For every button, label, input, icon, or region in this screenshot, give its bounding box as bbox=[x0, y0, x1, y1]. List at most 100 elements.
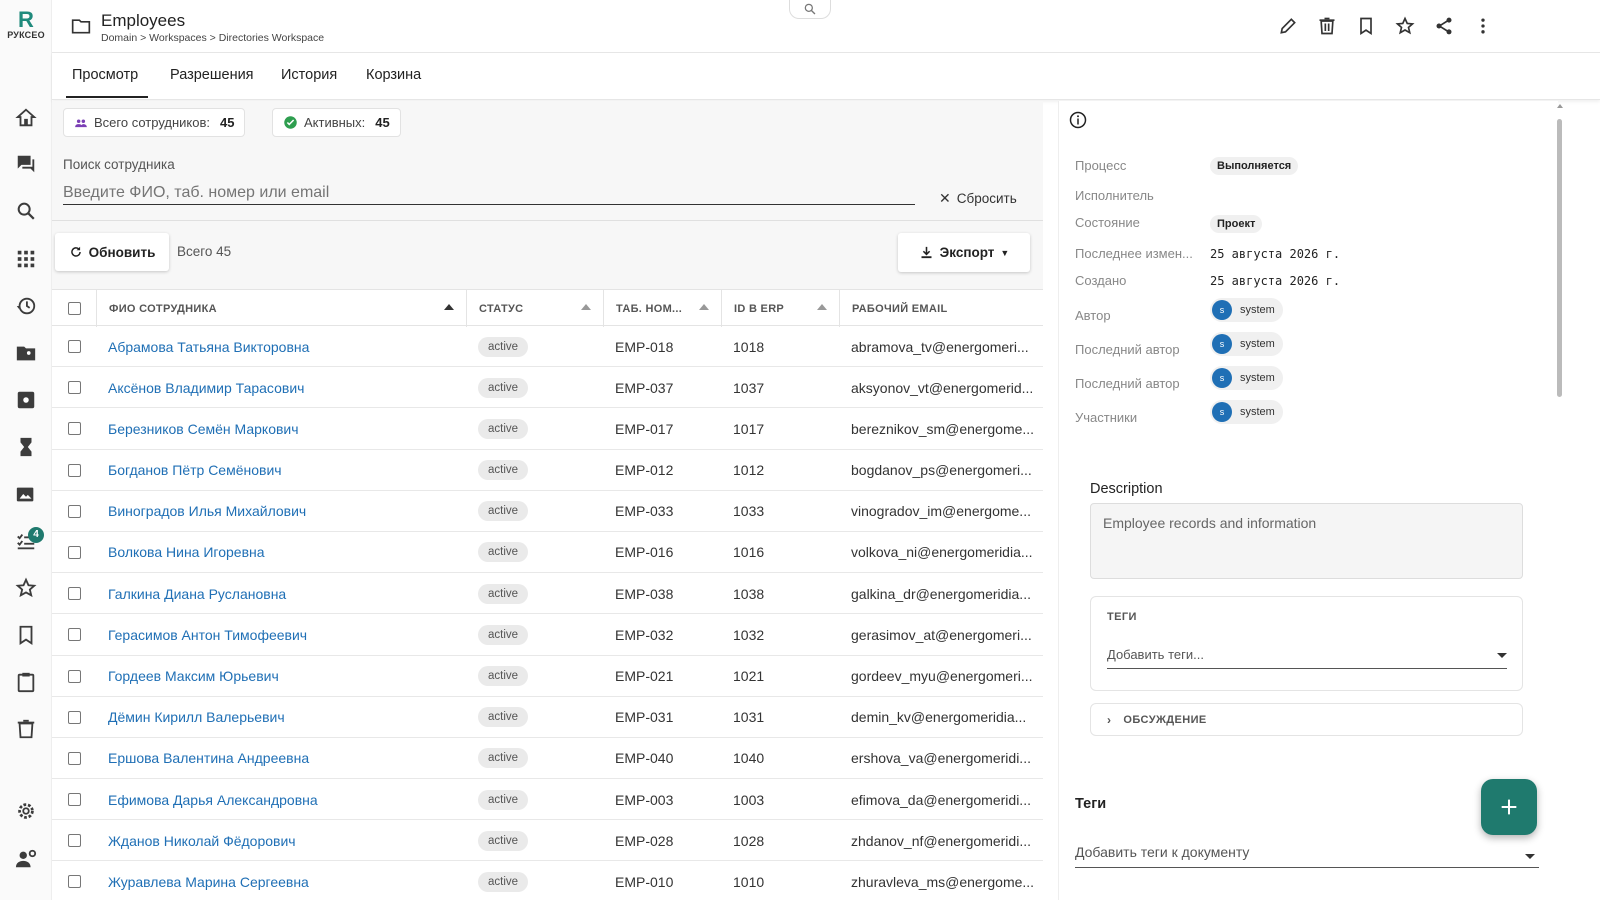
row-checkbox[interactable] bbox=[67, 875, 81, 889]
table-row[interactable]: Дёмин Кирилл Валерьевич active EMP-031 1031… bbox=[52, 697, 1043, 738]
table-row[interactable]: Ершова Валентина Андреевна active EMP-040 1… bbox=[52, 738, 1043, 780]
column-header-email[interactable]: РАБОЧИЙ EMAIL bbox=[839, 290, 1043, 327]
row-checkbox[interactable] bbox=[67, 793, 81, 807]
settings-icon[interactable] bbox=[12, 797, 40, 825]
reset-button[interactable]: ✕ Сбросить bbox=[939, 190, 1017, 207]
tab-permissions[interactable]: Разрешения bbox=[170, 67, 254, 83]
folder-user-icon[interactable] bbox=[12, 339, 40, 367]
row-checkbox[interactable] bbox=[67, 504, 81, 518]
more-vert-icon[interactable] bbox=[1471, 14, 1495, 38]
participant-chip[interactable]: s system bbox=[1210, 400, 1283, 424]
employee-name-link[interactable]: Абрамова Татьяна Викторовна bbox=[96, 326, 466, 367]
employee-name-link[interactable]: Галкина Диана Руслановна bbox=[96, 573, 466, 614]
export-button[interactable]: Экспорт ▼ bbox=[898, 233, 1030, 272]
table-row[interactable]: Березников Семён Маркович active EMP-017 10… bbox=[52, 408, 1043, 450]
table-row[interactable]: Волкова Нина Игоревна active EMP-016 1016 vo… bbox=[52, 532, 1043, 574]
tags-card-input[interactable]: Добавить теги... bbox=[1107, 647, 1507, 669]
trash-icon[interactable] bbox=[12, 715, 40, 743]
info-icon[interactable] bbox=[1069, 111, 1087, 129]
last-author-chip-2[interactable]: s system bbox=[1210, 366, 1283, 390]
description-field[interactable]: Employee records and information bbox=[1090, 503, 1523, 579]
employee-name-link[interactable]: Волкова Нина Игоревна bbox=[96, 532, 466, 573]
column-header-tab-number[interactable]: ТАБ. НОМ... bbox=[603, 290, 721, 327]
table-row[interactable]: Гордеев Максим Юрьевич active EMP-021 1021 g… bbox=[52, 656, 1043, 697]
table-row[interactable]: Абрамова Татьяна Викторовна active EMP-018… bbox=[52, 326, 1043, 368]
gallery-icon[interactable] bbox=[12, 480, 40, 508]
employee-name-link[interactable]: Журавлева Марина Сергеевна bbox=[96, 861, 466, 900]
document-tags-input[interactable]: Добавить теги к документу bbox=[1075, 844, 1539, 868]
employee-name-link[interactable]: Аксёнов Владимир Тарасович bbox=[96, 367, 466, 408]
row-checkbox[interactable] bbox=[67, 587, 81, 601]
last-author-chip[interactable]: s system bbox=[1210, 332, 1283, 356]
column-header-name[interactable]: ФИО СОТРУДНИКА bbox=[96, 290, 466, 327]
row-checkbox[interactable] bbox=[67, 545, 81, 559]
home-icon[interactable] bbox=[12, 104, 40, 132]
table-row[interactable]: Аксёнов Владимир Тарасович active EMP-037 1… bbox=[52, 367, 1043, 409]
row-checkbox[interactable] bbox=[67, 710, 81, 724]
employee-name-link[interactable]: Ефимова Дарья Александровна bbox=[96, 779, 466, 820]
settings-box-icon[interactable] bbox=[12, 386, 40, 414]
tab-number-cell: EMP-038 bbox=[615, 585, 674, 602]
hourglass-icon[interactable] bbox=[12, 433, 40, 461]
employee-name-link[interactable]: Ершова Валентина Андреевна bbox=[96, 738, 466, 779]
scrollbar[interactable] bbox=[1554, 101, 1566, 900]
author-chip[interactable]: s system bbox=[1210, 298, 1283, 322]
select-all-checkbox[interactable] bbox=[67, 302, 81, 315]
row-checkbox[interactable] bbox=[67, 381, 81, 395]
column-header-status[interactable]: СТАТУС bbox=[466, 290, 603, 327]
table-row[interactable]: Галкина Диана Руслановна active EMP-038 103… bbox=[52, 573, 1043, 615]
apps-grid-icon[interactable] bbox=[12, 245, 40, 273]
row-checkbox[interactable] bbox=[67, 340, 81, 353]
user-settings-icon[interactable] bbox=[12, 845, 40, 873]
row-checkbox[interactable] bbox=[67, 751, 81, 765]
row-checkbox[interactable] bbox=[67, 834, 81, 848]
edit-icon[interactable] bbox=[1276, 14, 1300, 38]
share-icon[interactable] bbox=[1432, 14, 1456, 38]
column-header-erp-id[interactable]: ID В ERP bbox=[721, 290, 839, 327]
chat-icon[interactable] bbox=[12, 150, 40, 178]
employee-search-input[interactable] bbox=[63, 181, 915, 205]
star-icon[interactable] bbox=[12, 574, 40, 602]
app-logo[interactable]: R РУКСЕО bbox=[4, 7, 48, 41]
employee-name-link[interactable]: Герасимов Антон Тимофеевич bbox=[96, 614, 466, 655]
row-checkbox[interactable] bbox=[67, 463, 81, 477]
tab-history[interactable]: История bbox=[281, 67, 337, 83]
search-icon[interactable] bbox=[12, 197, 40, 225]
discussion-accordion[interactable]: › ОБСУЖДЕНИЕ bbox=[1090, 703, 1523, 736]
scroll-up-arrow-icon[interactable] bbox=[1557, 104, 1563, 108]
row-checkbox[interactable] bbox=[67, 669, 81, 683]
scrollbar-thumb[interactable] bbox=[1557, 119, 1562, 397]
clipboard-icon[interactable] bbox=[12, 668, 40, 696]
row-checkbox[interactable] bbox=[67, 628, 81, 642]
top-search-button[interactable] bbox=[789, 0, 831, 19]
refresh-button[interactable]: Обновить bbox=[55, 233, 169, 271]
table-row[interactable]: Герасимов Антон Тимофеевич active EMP-032 1… bbox=[52, 614, 1043, 656]
bookmark-icon[interactable] bbox=[12, 621, 40, 649]
table-row[interactable]: Ефимова Дарья Александровна active EMP-003… bbox=[52, 779, 1043, 821]
employee-name-link[interactable]: Гордеев Максим Юрьевич bbox=[96, 656, 466, 697]
table-row[interactable]: Журавлева Марина Сергеевна active EMP-010 1… bbox=[52, 861, 1043, 900]
employee-name-link[interactable]: Жданов Николай Фёдорович bbox=[96, 820, 466, 861]
table-row[interactable]: Жданов Николай Фёдорович active EMP-028 102… bbox=[52, 820, 1043, 862]
sort-icon bbox=[817, 304, 827, 310]
row-checkbox[interactable] bbox=[67, 422, 81, 436]
table-row[interactable]: Виноградов Илья Михайлович active EMP-033 1… bbox=[52, 491, 1043, 532]
modified-label: Последнее измен... bbox=[1075, 246, 1193, 261]
tab-view[interactable]: Просмотр bbox=[72, 67, 138, 83]
employee-name-link[interactable]: Березников Семён Маркович bbox=[96, 408, 466, 449]
dropdown-arrow-icon[interactable] bbox=[1497, 653, 1507, 658]
delete-icon[interactable] bbox=[1315, 14, 1339, 38]
table-row[interactable]: Богданов Пётр Семёнович active EMP-012 1012… bbox=[52, 450, 1043, 491]
breadcrumb[interactable]: Domain > Workspaces > Directories Worksp… bbox=[101, 32, 324, 44]
employee-name-link[interactable]: Дёмин Кирилл Валерьевич bbox=[96, 697, 466, 738]
tab-trash[interactable]: Корзина bbox=[366, 67, 421, 83]
dropdown-arrow-icon[interactable] bbox=[1525, 854, 1535, 859]
star-icon[interactable] bbox=[1393, 14, 1417, 38]
logo-letter: R bbox=[18, 7, 34, 32]
bookmark-icon[interactable] bbox=[1354, 14, 1378, 38]
employee-name-link[interactable]: Виноградов Илья Михайлович bbox=[96, 491, 466, 532]
history-icon[interactable] bbox=[12, 292, 40, 320]
add-fab-button[interactable] bbox=[1481, 779, 1537, 835]
employee-name-link[interactable]: Богданов Пётр Семёнович bbox=[96, 450, 466, 491]
status-badge: active bbox=[478, 789, 529, 810]
